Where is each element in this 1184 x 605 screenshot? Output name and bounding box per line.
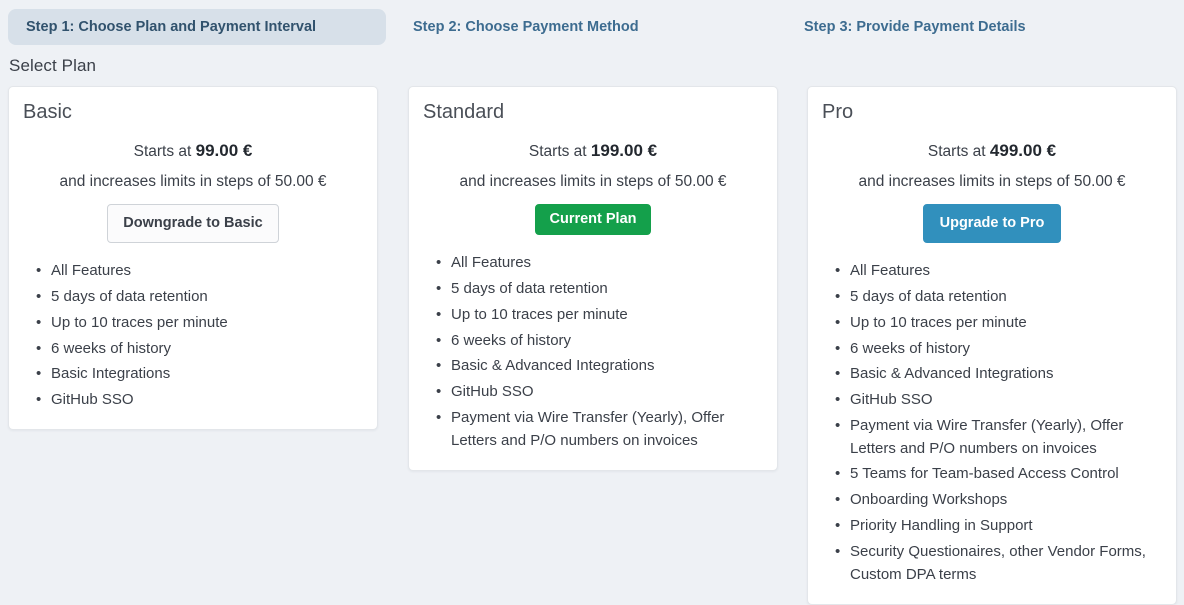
feature-item: GitHub SSO [436,380,755,406]
plan-price-amount-standard: 199.00 € [590,141,658,160]
plan-increment-text-basic: and increases limits in steps of 50.00 € [59,172,327,190]
feature-item: All Features [835,259,1154,285]
feature-item: Basic Integrations [36,362,355,388]
plan-pricing-basic: Starts at 99.00 € and increases limits i… [9,125,377,193]
step-tab-1[interactable]: Step 1: Choose Plan and Payment Interval [8,9,386,45]
plan-features-pro: All Features 5 days of data retention Up… [808,243,1176,604]
plan-card-basic: Basic Starts at 99.00 € and increases li… [8,86,378,431]
plan-price-line-standard: Starts at 199.00 € [409,139,777,164]
plan-action-row-pro: Upgrade to Pro [808,193,1176,243]
feature-item: Basic & Advanced Integrations [835,362,1154,388]
feature-item: All Features [36,259,355,285]
billing-plan-selection-page: Step 1: Choose Plan and Payment Interval… [0,0,1184,605]
plan-name-pro: Pro [822,101,854,123]
plan-pricing-pro: Starts at 499.00 € and increases limits … [808,125,1176,193]
feature-item: 5 days of data retention [36,284,355,310]
feature-item: All Features [436,251,755,277]
feature-item: GitHub SSO [36,388,355,414]
feature-item: 6 weeks of history [835,336,1154,362]
downgrade-to-basic-button[interactable]: Downgrade to Basic [107,204,279,243]
plan-price-prefix-standard: Starts at [528,143,587,160]
plan-increment-text-pro: and increases limits in steps of 50.00 € [858,172,1126,190]
feature-item: 6 weeks of history [36,336,355,362]
plan-card-standard: Standard Starts at 199.00 € and increase… [408,86,778,471]
plan-action-row-standard: Current Plan [409,193,777,235]
plan-pricing-standard: Starts at 199.00 € and increases limits … [409,125,777,193]
feature-item: GitHub SSO [835,388,1154,414]
feature-item: Payment via Wire Transfer (Yearly), Offe… [835,413,1154,462]
feature-item: Up to 10 traces per minute [36,310,355,336]
plan-price-amount-pro: 499.00 € [989,141,1057,160]
step-tab-1-label: Step 1: Choose Plan and Payment Interval [26,19,317,35]
step-tab-2[interactable]: Step 2: Choose Payment Method [413,9,639,45]
feature-item: Up to 10 traces per minute [436,302,755,328]
feature-item: Up to 10 traces per minute [835,310,1154,336]
feature-item: 6 weeks of history [436,328,755,354]
plan-price-prefix-basic: Starts at [133,143,192,160]
feature-item: Priority Handling in Support [835,514,1154,540]
step-tab-2-label: Step 2: Choose Payment Method [413,19,639,35]
plan-features-basic: All Features 5 days of data retention Up… [9,243,377,430]
plan-card-pro: Pro Starts at 499.00 € and increases lim… [807,86,1177,605]
plan-price-line-basic: Starts at 99.00 € [9,139,377,164]
plan-increment-text-standard: and increases limits in steps of 50.00 € [459,172,727,190]
step-tab-3-label: Step 3: Provide Payment Details [804,19,1026,35]
feature-item: Security Questionaires, other Vendor For… [835,539,1154,588]
current-plan-button[interactable]: Current Plan [535,204,651,235]
plan-price-line-pro: Starts at 499.00 € [808,139,1176,164]
plan-action-row-basic: Downgrade to Basic [9,193,377,243]
feature-item: 5 days of data retention [436,276,755,302]
plan-features-standard: All Features 5 days of data retention Up… [409,235,777,470]
plan-price-prefix-pro: Starts at [927,143,986,160]
plan-name-standard: Standard [423,101,505,123]
step-tab-3[interactable]: Step 3: Provide Payment Details [804,9,1026,45]
upgrade-to-pro-button[interactable]: Upgrade to Pro [922,204,1062,243]
feature-item: Payment via Wire Transfer (Yearly), Offe… [436,405,755,454]
feature-item: 5 Teams for Team-based Access Control [835,462,1154,488]
feature-item: Onboarding Workshops [835,488,1154,514]
select-plan-heading: Select Plan [9,56,97,75]
feature-item: Basic & Advanced Integrations [436,354,755,380]
checkout-step-tabs: Step 1: Choose Plan and Payment Interval… [0,9,1184,45]
plan-price-amount-basic: 99.00 € [195,141,253,160]
feature-item: 5 days of data retention [835,284,1154,310]
plan-name-basic: Basic [23,101,72,123]
